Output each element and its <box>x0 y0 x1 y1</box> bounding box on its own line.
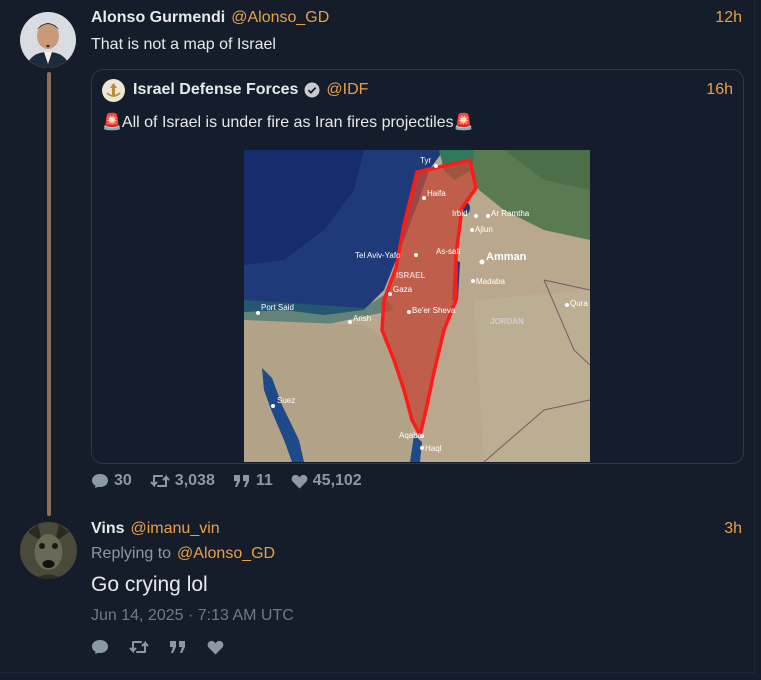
main-tweet-text: That is not a map of Israel <box>91 36 276 53</box>
main-author-handle[interactable]: @Alonso_GD <box>231 9 329 27</box>
reply-tweet-text: Go crying lol <box>91 573 208 596</box>
reply-tweet-header: Vins @imanu_vin <box>91 520 220 538</box>
reply-reply-button[interactable] <box>91 639 109 655</box>
retweet-button[interactable]: 3,038 <box>150 472 215 490</box>
replying-to-line: Replying to @Alonso_GD <box>91 545 275 563</box>
reply-retweet-button[interactable] <box>129 639 149 655</box>
map-label-as-salt: As-salt <box>436 247 461 256</box>
retweet-icon <box>150 474 170 488</box>
map-label-haifa: Haifa <box>427 189 446 198</box>
map-label-haql: Haql <box>425 444 442 453</box>
reply-count: 30 <box>114 472 132 489</box>
idf-avatar[interactable] <box>102 79 125 102</box>
verified-badge-icon <box>304 82 320 98</box>
thread-connector-line <box>47 72 51 516</box>
map-label-madaba: Madaba <box>476 277 505 286</box>
map-label-gaza: Gaza <box>393 285 413 294</box>
map-label-port-said: Port Said <box>261 303 294 312</box>
replying-to-label: Replying to <box>91 545 172 562</box>
main-tweet-header: Alonso Gurmendi @Alonso_GD <box>91 9 329 27</box>
map-label-tyr: Tyr <box>420 156 431 165</box>
main-author-name[interactable]: Alonso Gurmendi <box>91 9 225 27</box>
map-label-qura: Qura <box>570 299 588 308</box>
quoted-tweet-time[interactable]: 16h <box>706 81 733 99</box>
vins-avatar[interactable] <box>20 522 77 579</box>
reply-tweet-time[interactable]: 3h <box>724 520 742 538</box>
like-count: 45,102 <box>312 472 362 489</box>
map-label-aqaba: Aqaba <box>399 431 423 440</box>
retweet-count: 3,038 <box>174 472 215 489</box>
like-button[interactable]: 45,102 <box>291 472 362 490</box>
heart-icon <box>207 640 224 654</box>
reply-author-name[interactable]: Vins <box>91 520 125 538</box>
main-tweet-actions: 30 3,038 11 45,102 <box>91 472 362 490</box>
main-tweet-time[interactable]: 12h <box>715 9 742 27</box>
reply-author-handle[interactable]: @imanu_vin <box>131 520 220 538</box>
heart-icon <box>291 474 308 488</box>
replying-to-handle[interactable]: @Alonso_GD <box>177 545 275 563</box>
reply-quote-button[interactable] <box>169 640 187 654</box>
quoted-tweet-text: 🚨All of Israel is under fire as Iran fir… <box>102 114 474 131</box>
map-label-suez: Suez <box>277 396 295 405</box>
quoted-tweet-header: Israel Defense Forces @IDF <box>133 81 368 99</box>
alonso-avatar[interactable] <box>20 12 76 68</box>
map-label-arish: Arish <box>353 314 371 323</box>
quoted-author-handle[interactable]: @IDF <box>326 81 368 99</box>
retweet-icon <box>129 640 149 654</box>
israel-map-image[interactable]: Tyr Haifa Irbid Ar Ramtha Ajlun Tel Aviv… <box>244 150 591 463</box>
quoted-tweet-card[interactable]: Israel Defense Forces @IDF 16h 🚨All of I… <box>91 69 744 464</box>
map-label-tel-aviv: Tel Aviv-Yafo <box>355 251 401 260</box>
map-label-ar-ramtha: Ar Ramtha <box>491 209 530 218</box>
quote-icon <box>233 475 249 487</box>
quote-count: 11 <box>255 472 273 489</box>
comment-icon <box>92 640 108 654</box>
comment-icon <box>92 474 108 488</box>
map-label-israel: ISRAEL <box>396 271 425 280</box>
reply-tweet-actions <box>91 639 224 655</box>
quote-button[interactable]: 11 <box>233 472 273 490</box>
quote-icon <box>170 641 185 653</box>
map-label-irbid: Irbid <box>452 209 468 218</box>
map-label-jordan: JORDAN <box>490 317 524 326</box>
quoted-author-name[interactable]: Israel Defense Forces <box>133 81 298 99</box>
map-label-ajlun: Ajlun <box>475 225 493 234</box>
reply-tweet-timestamp[interactable]: Jun 14, 2025 · 7:13 AM UTC <box>91 607 294 625</box>
map-label-beer-sheva: Be'er Sheva <box>412 306 456 315</box>
reply-like-button[interactable] <box>207 640 224 655</box>
reply-button[interactable]: 30 <box>91 472 132 490</box>
map-label-amman: Amman <box>486 251 527 263</box>
